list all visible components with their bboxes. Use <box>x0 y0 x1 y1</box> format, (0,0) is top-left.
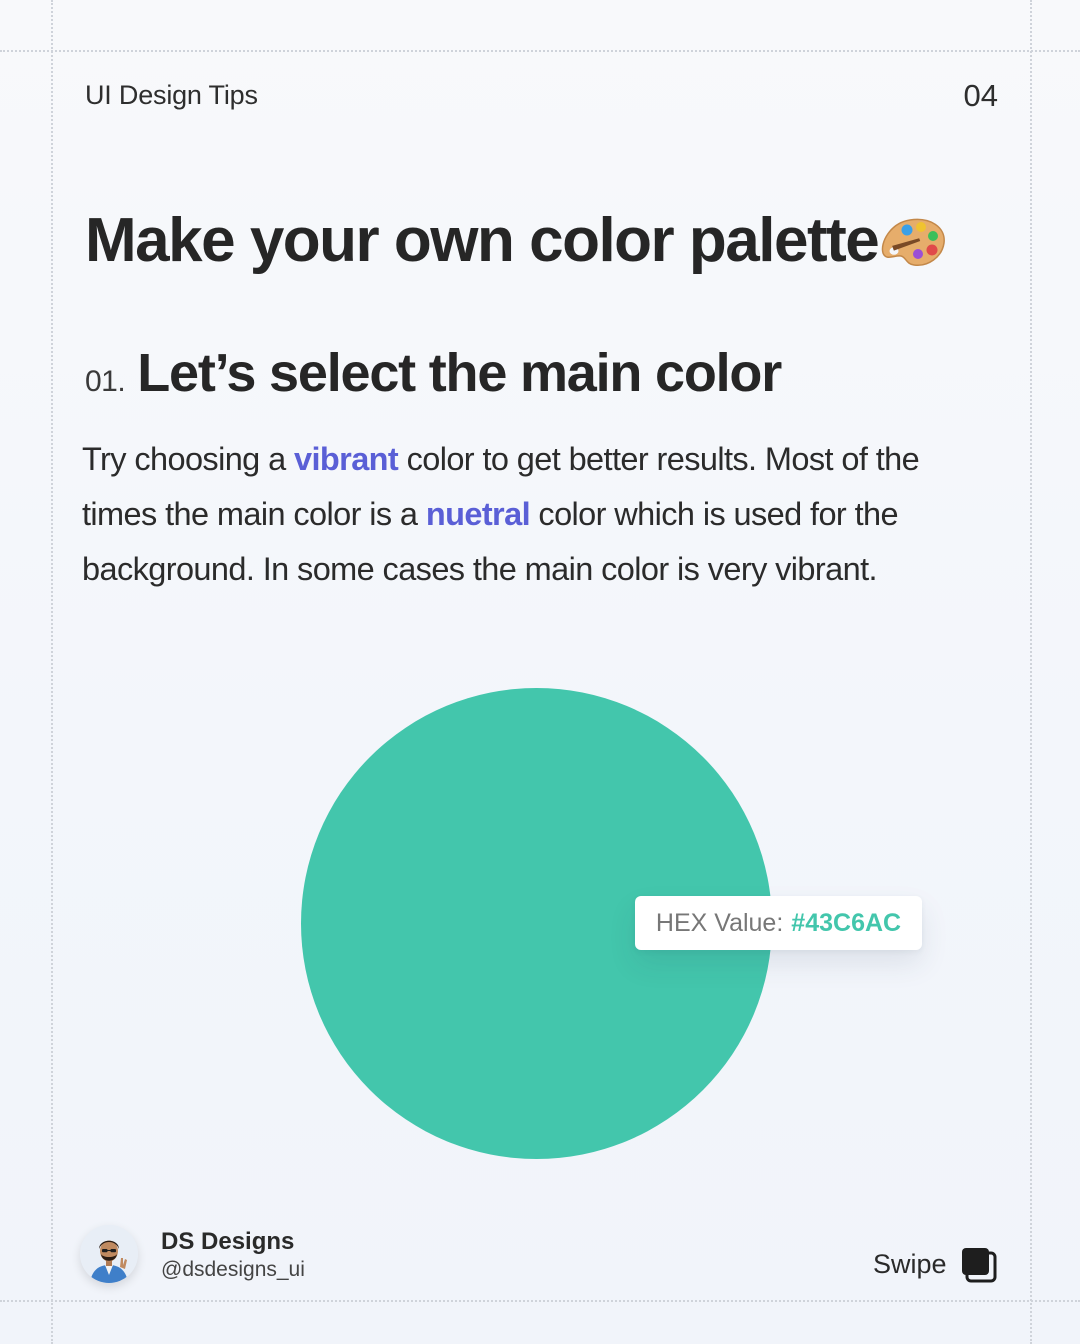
artist-palette-icon <box>880 213 946 284</box>
stacked-pages-icon <box>961 1247 997 1283</box>
hex-value-code: #43C6AC <box>791 908 902 937</box>
author-handle: @dsdesigns_ui <box>161 1258 305 1281</box>
author-avatar <box>80 1225 138 1283</box>
page-number: 04 <box>963 78 998 113</box>
description-paragraph: Try choosing a vibrant color to get bett… <box>82 432 1002 597</box>
hex-value-label: HEX Value: <box>655 908 784 937</box>
step-title: Let’s select the main color <box>137 343 782 403</box>
step-heading: 01. Let’s select the main color <box>85 342 782 404</box>
author-name: DS Designs <box>161 1228 295 1255</box>
step-number: 01. <box>85 365 126 398</box>
hex-value-tag: HEX Value: #43C6AC <box>635 896 922 950</box>
highlight-vibrant: vibrant <box>293 441 399 477</box>
left-dotted-guide <box>51 0 53 1344</box>
description-text-1: Try choosing a <box>82 441 294 477</box>
page-title-text: Make your own color palette <box>85 206 880 275</box>
right-dotted-guide <box>1030 0 1032 1344</box>
top-dotted-guide <box>0 50 1080 52</box>
series-label: UI Design Tips <box>85 80 258 110</box>
swipe-label: Swipe <box>873 1249 947 1279</box>
page-title: Make your own color palette <box>85 205 946 284</box>
highlight-nuetral: nuetral <box>425 496 531 532</box>
bottom-dotted-guide <box>0 1300 1080 1302</box>
